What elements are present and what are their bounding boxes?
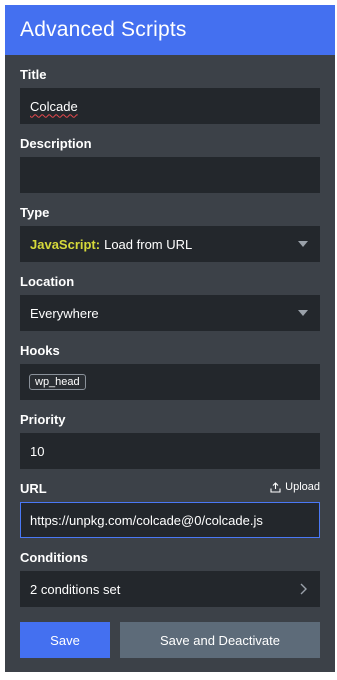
url-input-value: https://unpkg.com/colcade@0/colcade.js bbox=[30, 512, 263, 528]
location-select-value: Everywhere bbox=[30, 305, 99, 321]
type-select-value: Load from URL bbox=[104, 236, 193, 252]
priority-input-value: 10 bbox=[30, 443, 45, 459]
upload-label: Upload bbox=[285, 481, 320, 493]
location-label: Location bbox=[20, 274, 75, 289]
type-select[interactable]: JavaScript: Load from URL bbox=[20, 226, 320, 262]
caret-down-icon bbox=[298, 310, 308, 316]
location-select[interactable]: Everywhere bbox=[20, 295, 320, 331]
title-input[interactable]: Colcade bbox=[20, 88, 320, 124]
advanced-scripts-panel: Advanced Scripts Title Colcade Descripti… bbox=[5, 5, 335, 672]
hooks-label: Hooks bbox=[20, 343, 60, 358]
priority-label: Priority bbox=[20, 412, 66, 427]
conditions-label: Conditions bbox=[20, 550, 88, 565]
priority-input[interactable]: 10 bbox=[20, 433, 320, 469]
hooks-input[interactable]: wp_head bbox=[20, 364, 320, 400]
type-language-tag: JavaScript: bbox=[30, 236, 101, 252]
url-input[interactable]: https://unpkg.com/colcade@0/colcade.js bbox=[20, 502, 320, 538]
upload-button[interactable]: Upload bbox=[270, 481, 320, 493]
description-input[interactable] bbox=[20, 157, 320, 193]
page-title: Advanced Scripts bbox=[20, 18, 187, 41]
url-label: URL bbox=[20, 481, 47, 496]
hook-chip[interactable]: wp_head bbox=[29, 374, 86, 390]
caret-down-icon bbox=[298, 241, 308, 247]
save-button[interactable]: Save bbox=[20, 622, 110, 658]
conditions-selector[interactable]: 2 conditions set bbox=[20, 571, 320, 607]
title-input-value: Colcade bbox=[30, 98, 78, 114]
conditions-value: 2 conditions set bbox=[30, 581, 121, 597]
panel-header: Advanced Scripts bbox=[5, 5, 335, 55]
type-label: Type bbox=[20, 205, 50, 220]
save-and-deactivate-button[interactable]: Save and Deactivate bbox=[120, 622, 320, 658]
title-label: Title bbox=[20, 67, 47, 82]
upload-icon bbox=[270, 481, 281, 493]
description-label: Description bbox=[20, 136, 92, 151]
chevron-right-icon bbox=[300, 583, 307, 595]
